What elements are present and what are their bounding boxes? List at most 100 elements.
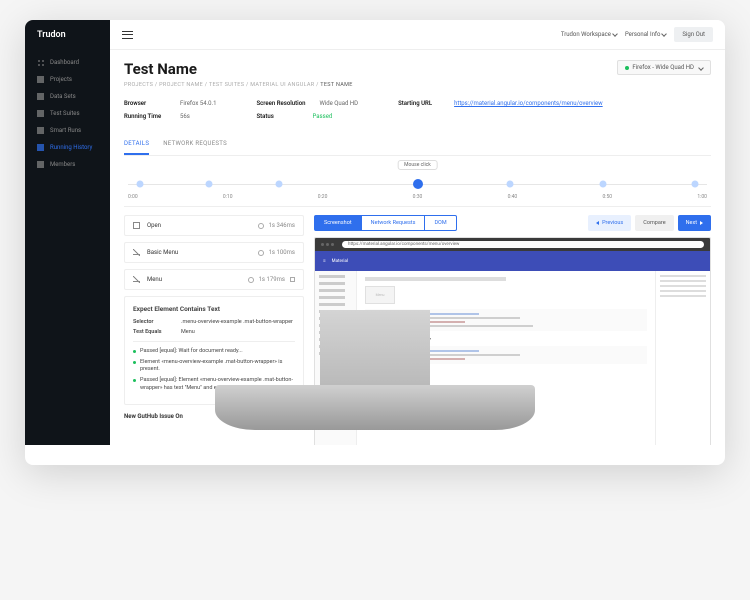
workspace-menu[interactable]: Trudon Workspace bbox=[561, 31, 617, 38]
next-button[interactable]: Next bbox=[678, 215, 711, 231]
nav-datasets[interactable]: Data Sets bbox=[25, 88, 110, 105]
meta-value: 56s bbox=[180, 113, 190, 120]
list-icon bbox=[37, 110, 44, 117]
step-name: Menu bbox=[147, 276, 162, 283]
gear-icon bbox=[37, 127, 44, 134]
meta-label: Starting URL bbox=[398, 100, 440, 107]
status-dot-icon bbox=[625, 66, 629, 70]
compare-button[interactable]: Compare bbox=[635, 215, 673, 231]
previous-button[interactable]: Previous bbox=[588, 215, 631, 231]
timeline: Mouse click 0:000:100:200:300:400:501:00 bbox=[124, 160, 711, 207]
clock-icon bbox=[258, 223, 264, 229]
content: Test Name Firefox - Wide Quad HD PROJECT… bbox=[110, 50, 725, 445]
history-icon bbox=[37, 144, 44, 151]
nav-dashboard[interactable]: Dashboard bbox=[25, 54, 110, 71]
step-row[interactable]: Open 1s 346ms bbox=[124, 215, 304, 236]
timeline-marker[interactable] bbox=[136, 181, 143, 188]
nav-label: Test Suites bbox=[50, 110, 80, 117]
step-name: Basic Menu bbox=[147, 249, 178, 256]
crumb[interactable]: PROJECT NAME bbox=[159, 82, 203, 88]
code-block bbox=[365, 309, 647, 331]
nav-label: Running History bbox=[50, 144, 92, 151]
crumb-current: TEST NAME bbox=[320, 82, 352, 88]
browser-url: https://material.angular.io/components/m… bbox=[342, 241, 704, 248]
assertion-item: Element «menu-overview-example .mat-butt… bbox=[133, 359, 295, 373]
timeline-marker[interactable] bbox=[692, 181, 699, 188]
personal-menu[interactable]: Personal Info bbox=[625, 31, 666, 38]
text-icon bbox=[133, 249, 140, 256]
nav-label: Dashboard bbox=[50, 59, 79, 66]
signout-button[interactable]: Sign Out bbox=[674, 27, 713, 42]
stack-icon bbox=[37, 93, 44, 100]
app-root: Trudon Dashboard Projects Data Sets Test… bbox=[25, 20, 725, 445]
viewer-segments: Screenshot Network Requests DOM bbox=[314, 215, 457, 231]
timeline-marker[interactable] bbox=[599, 181, 606, 188]
text-icon bbox=[133, 276, 140, 283]
screenshot-viewer: https://material.angular.io/components/m… bbox=[314, 237, 711, 445]
site-header: ≡Material bbox=[315, 251, 710, 271]
timeline-marker[interactable] bbox=[275, 181, 282, 188]
step-time: 1s 100ms bbox=[269, 249, 295, 256]
seg-screenshot[interactable]: Screenshot bbox=[314, 215, 362, 231]
detail-value: .menu-overview-example .mat-button-wrapp… bbox=[181, 319, 293, 325]
step-row[interactable]: Basic Menu 1s 100ms bbox=[124, 242, 304, 263]
nav-projects[interactable]: Projects bbox=[25, 71, 110, 88]
brand-logo: Trudon bbox=[25, 20, 110, 50]
timeline-track[interactable] bbox=[128, 180, 707, 188]
expand-icon[interactable] bbox=[290, 277, 295, 282]
timeline-ticks: 0:000:100:200:300:400:501:00 bbox=[128, 194, 707, 200]
open-icon bbox=[133, 222, 140, 229]
tab-network[interactable]: NETWORK REQUESTS bbox=[163, 134, 227, 155]
grid-icon bbox=[37, 59, 44, 66]
browser-chrome: https://material.angular.io/components/m… bbox=[315, 238, 710, 251]
starting-url-link[interactable]: https://material.angular.io/components/m… bbox=[454, 100, 603, 107]
site-sidebar bbox=[315, 271, 357, 445]
crumb[interactable]: MATERIAL UI ANGULAR bbox=[250, 82, 314, 88]
timeline-marker-active[interactable] bbox=[413, 179, 423, 189]
folder-icon bbox=[37, 76, 44, 83]
meta-value: Firefox 54.0.1 bbox=[180, 100, 217, 107]
meta-label: Running Time bbox=[124, 113, 166, 120]
nav-label: Projects bbox=[50, 76, 72, 83]
breadcrumb: PROJECTS / PROJECT NAME / TEST SUITES / … bbox=[124, 82, 711, 88]
chevron-down-icon bbox=[662, 32, 668, 38]
browser-badge[interactable]: Firefox - Wide Quad HD bbox=[617, 60, 711, 75]
detail-heading: Expect Element Contains Text bbox=[133, 305, 295, 313]
meta-label: Screen Resolution bbox=[257, 100, 306, 107]
crumb[interactable]: PROJECTS bbox=[124, 82, 153, 88]
nav-label: Smart Runs bbox=[50, 127, 81, 134]
main: Trudon Workspace Personal Info Sign Out … bbox=[110, 20, 725, 445]
detail-value: Menu bbox=[181, 329, 195, 335]
arrow-left-icon bbox=[596, 221, 599, 225]
nav-label: Members bbox=[50, 161, 75, 168]
seg-dom[interactable]: DOM bbox=[425, 215, 456, 231]
detail-label: Selector bbox=[133, 319, 171, 325]
assertion-list: Passed [equal]: Wait for document ready.… bbox=[133, 341, 295, 392]
chevron-down-icon bbox=[698, 65, 704, 71]
section-heading: Toggling the menu programmatically bbox=[365, 336, 647, 341]
user-icon bbox=[37, 161, 44, 168]
nav: Dashboard Projects Data Sets Test Suites… bbox=[25, 50, 110, 177]
step-detail: Expect Element Contains Text Selector .me… bbox=[124, 296, 304, 405]
arrow-right-icon bbox=[700, 221, 703, 225]
crumb[interactable]: TEST SUITES bbox=[209, 82, 244, 88]
timeline-marker[interactable] bbox=[206, 181, 213, 188]
step-row[interactable]: Menu 1s 179ms bbox=[124, 269, 304, 290]
tabs: DETAILS NETWORK REQUESTS bbox=[124, 134, 711, 156]
seg-network[interactable]: Network Requests bbox=[362, 215, 426, 231]
nav-members[interactable]: Members bbox=[25, 156, 110, 173]
nav-label: Data Sets bbox=[50, 93, 76, 100]
tab-details[interactable]: DETAILS bbox=[124, 134, 149, 155]
site-content: Menu Toggling the menu programmatically bbox=[357, 271, 655, 445]
chevron-down-icon bbox=[612, 32, 618, 38]
nav-smartruns[interactable]: Smart Runs bbox=[25, 122, 110, 139]
clock-icon bbox=[258, 250, 264, 256]
hamburger-icon[interactable] bbox=[122, 31, 133, 39]
nav-testsuites[interactable]: Test Suites bbox=[25, 105, 110, 122]
menu-demo-box: Menu bbox=[365, 286, 395, 304]
step-time: 1s 346ms bbox=[269, 222, 295, 229]
meta-grid: BrowserFirefox 54.0.1 Running Time56s Sc… bbox=[124, 100, 711, 120]
site-toc bbox=[655, 271, 710, 445]
nav-running-history[interactable]: Running History bbox=[25, 139, 110, 156]
timeline-marker[interactable] bbox=[507, 181, 514, 188]
